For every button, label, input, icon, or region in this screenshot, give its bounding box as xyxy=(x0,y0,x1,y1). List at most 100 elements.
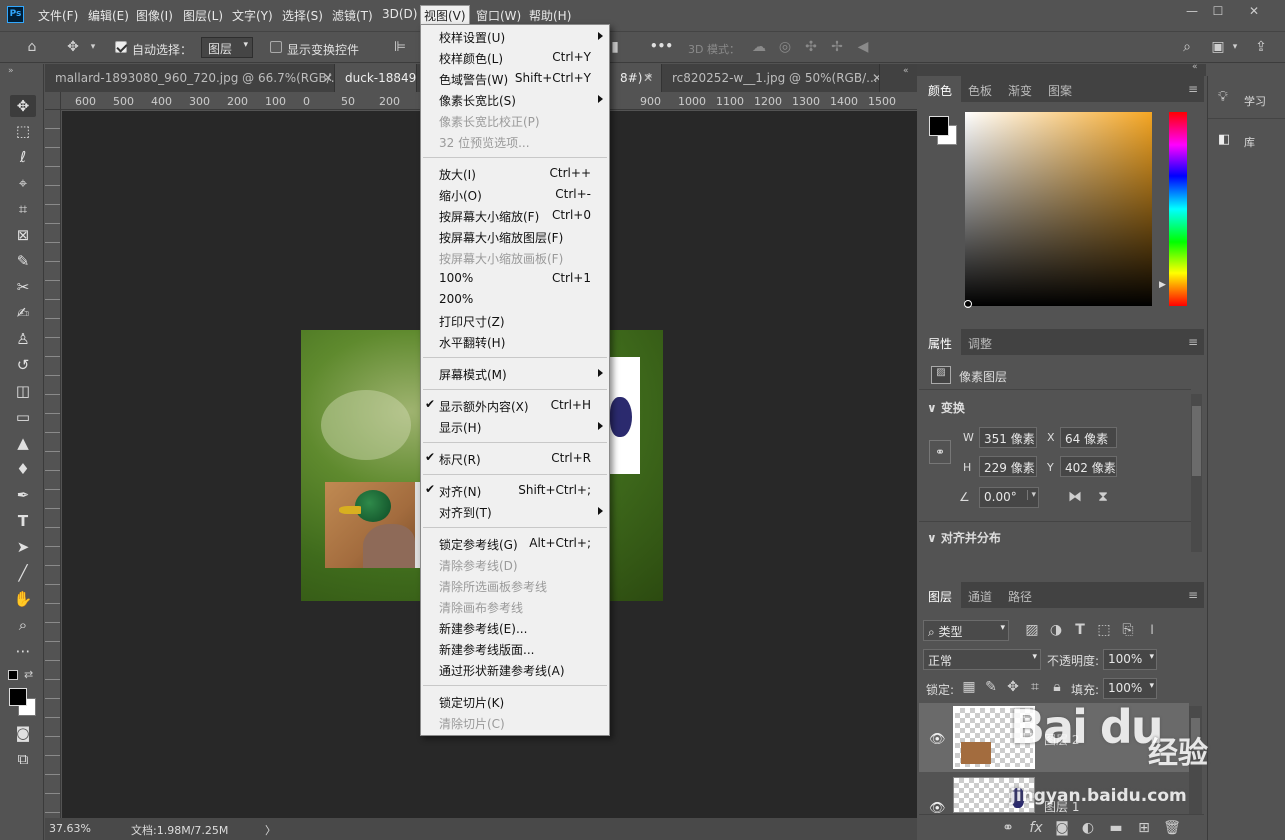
tab-rc820252[interactable]: rc820252-w__1.jpg @ 50%(RGB/... ✕ xyxy=(662,64,880,92)
tab-mallard[interactable]: mallard-1893080_960_720.jpg @ 66.7%(RGB/… xyxy=(45,64,335,92)
default-colors-icon[interactable] xyxy=(8,670,18,680)
view-menu-item[interactable]: 校样颜色(L) Ctrl+Y xyxy=(421,47,609,68)
menu-3d[interactable]: 3D(D) xyxy=(382,7,417,21)
quick-select-tool-icon[interactable]: ⌖ xyxy=(10,172,36,194)
tab-color[interactable]: 颜色 xyxy=(919,76,962,102)
dodge-tool-icon[interactable]: ♦ xyxy=(10,458,36,480)
new-layer-icon[interactable]: ⊞ xyxy=(1135,819,1153,837)
color-picker-cursor[interactable] xyxy=(964,300,972,308)
view-menu-item[interactable]: ✔ 标尺(R) Ctrl+R xyxy=(421,448,609,469)
flip-horizontal-icon[interactable]: ⧓ xyxy=(1066,488,1084,506)
more-tools-icon[interactable]: ⋯ xyxy=(10,640,36,662)
history-brush-tool-icon[interactable]: ↺ xyxy=(10,354,36,376)
fill-field[interactable]: 100% ▾ xyxy=(1103,678,1157,699)
view-menu-item[interactable]: 缩小(O) Ctrl+- xyxy=(421,184,609,205)
orbit-3d-icon[interactable]: ☁ xyxy=(750,38,768,56)
filter-shape-icon[interactable]: ⬚ xyxy=(1095,621,1113,639)
drag-3d-icon[interactable]: ✣ xyxy=(802,38,820,56)
distribute-icon[interactable]: ▮ xyxy=(608,38,622,56)
scrollbar-thumb[interactable] xyxy=(1192,406,1201,476)
zoom-tool-icon[interactable]: ⌕ xyxy=(10,614,36,636)
vertical-ruler[interactable] xyxy=(45,110,61,818)
link-icon[interactable]: ⚭ xyxy=(929,440,951,464)
type-tool-icon[interactable]: T xyxy=(10,510,36,532)
zoom-level[interactable]: 37.63% xyxy=(49,822,91,835)
view-menu-item[interactable]: 放大(I) Ctrl++ xyxy=(421,163,609,184)
view-menu-item[interactable]: 通过形状新建参考线(A) xyxy=(421,659,609,680)
view-menu-item[interactable]: 屏幕模式(M) xyxy=(421,363,609,384)
auto-select-target-dropdown[interactable]: 图层 ▾ xyxy=(201,37,253,58)
adjustment-layer-icon[interactable]: ◐ xyxy=(1079,819,1097,837)
menu-select[interactable]: 选择(S) xyxy=(282,7,323,24)
layer-filter-dropdown[interactable]: ⌕ 类型 ▾ xyxy=(923,620,1009,641)
stamp-tool-icon[interactable]: ♙ xyxy=(10,328,36,350)
share-icon[interactable]: ⇪ xyxy=(1252,38,1270,56)
workspace-icon[interactable]: ▣ xyxy=(1209,38,1227,56)
roll-3d-icon[interactable]: ◎ xyxy=(776,38,794,56)
view-menu-item[interactable]: 像素长宽比(S) xyxy=(421,89,609,110)
view-menu-item[interactable]: 色域警告(W) Shift+Ctrl+Y xyxy=(421,68,609,89)
move-tool-icon[interactable]: ✥ xyxy=(62,38,84,56)
view-menu-item[interactable]: 按屏幕大小缩放(F) Ctrl+0 xyxy=(421,205,609,226)
auto-select-checkbox[interactable] xyxy=(115,41,127,53)
minimize-button[interactable]: — xyxy=(1182,4,1202,18)
lock-position-icon[interactable]: ✥ xyxy=(1005,678,1021,696)
maximize-button[interactable]: ☐ xyxy=(1208,4,1228,18)
x-field[interactable]: 64 像素 xyxy=(1060,427,1117,448)
menu-edit[interactable]: 编辑(E) xyxy=(88,7,129,24)
show-transform-checkbox[interactable] xyxy=(270,41,282,53)
menu-help[interactable]: 帮助(H) xyxy=(529,7,571,24)
view-menu-item[interactable]: 新建参考线版面... xyxy=(421,638,609,659)
search-icon[interactable]: ⌕ xyxy=(1178,38,1196,56)
delete-layer-icon[interactable]: 🗑︎ xyxy=(1163,819,1181,837)
filter-toggle-icon[interactable]: ⏽ xyxy=(1145,621,1159,639)
pen-tool-icon[interactable]: ✒ xyxy=(10,484,36,506)
view-menu-item[interactable]: 校样设置(U) xyxy=(421,26,609,47)
close-icon[interactable]: ✕ xyxy=(323,71,333,85)
new-group-icon[interactable]: ▬ xyxy=(1107,819,1125,837)
screen-mode-icon[interactable]: ⧉ xyxy=(10,748,36,770)
tab-adjustments[interactable]: 调整 xyxy=(959,329,1001,355)
hue-slider-handle[interactable]: ▶ xyxy=(1159,280,1166,290)
swap-colors-icon[interactable]: ⇄ xyxy=(24,668,33,681)
view-menu-item[interactable]: ✔ 对齐(N) Shift+Ctrl+; xyxy=(421,480,609,501)
marquee-tool-icon[interactable]: ⬚ xyxy=(10,120,36,142)
panel-menu-icon[interactable]: ≡ xyxy=(1188,588,1198,602)
lock-pixels-icon[interactable]: ✎ xyxy=(983,678,999,696)
tab-pattern[interactable]: 图案 xyxy=(1039,76,1081,102)
tab-properties[interactable]: 属性 xyxy=(919,329,962,355)
view-menu-item[interactable]: 显示(H) xyxy=(421,416,609,437)
view-menu-item[interactable]: ✔ 显示额外内容(X) Ctrl+H xyxy=(421,395,609,416)
y-field[interactable]: 402 像素 xyxy=(1060,456,1117,477)
properties-scrollbar[interactable] xyxy=(1191,394,1202,552)
view-menu-item[interactable]: 水平翻转(H) xyxy=(421,331,609,352)
more-options-button[interactable]: ••• xyxy=(650,39,673,53)
library-label[interactable]: 库 xyxy=(1244,134,1255,150)
chevron-down-icon[interactable]: ▾ xyxy=(88,38,98,56)
filter-adjustment-icon[interactable]: ◑ xyxy=(1047,621,1065,639)
frame-tool-icon[interactable]: ⊠ xyxy=(10,224,36,246)
lasso-tool-icon[interactable]: ℓ xyxy=(10,146,36,168)
view-menu-item[interactable]: 打印尺寸(Z) xyxy=(421,310,609,331)
tab-gradient[interactable]: 渐变 xyxy=(999,76,1041,102)
panel-menu-icon[interactable]: ≡ xyxy=(1188,82,1198,96)
tab-paths[interactable]: 路径 xyxy=(999,582,1041,608)
color-field[interactable] xyxy=(965,112,1152,306)
filter-smart-object-icon[interactable]: ⎘ xyxy=(1119,621,1137,639)
status-menu-arrow[interactable]: 〉 xyxy=(265,822,276,838)
quick-mask-icon[interactable]: ◙ xyxy=(10,722,36,744)
menu-type[interactable]: 文字(Y) xyxy=(232,7,273,24)
transform-section-title[interactable]: ∨ 变换 xyxy=(927,399,965,416)
angle-field[interactable]: 0.00° ▾ xyxy=(979,487,1039,508)
path-select-tool-icon[interactable]: ➤ xyxy=(10,536,36,558)
blend-mode-dropdown[interactable]: 正常 ▾ xyxy=(923,649,1041,670)
view-menu-item[interactable]: 对齐到(T) xyxy=(421,501,609,522)
tab-duck-suffix[interactable]: 8#) * xyxy=(610,64,662,92)
flip-vertical-icon[interactable]: ⧗ xyxy=(1094,488,1112,506)
chevron-down-icon[interactable]: ▾ xyxy=(1230,38,1240,56)
menu-window[interactable]: 窗口(W) xyxy=(476,7,521,24)
library-icon[interactable]: ◧ xyxy=(1218,132,1230,147)
link-layers-icon[interactable]: ⚭ xyxy=(999,819,1017,837)
move-tool-icon[interactable]: ✥ xyxy=(10,95,36,117)
lock-all-icon[interactable]: 🔒︎ xyxy=(1049,678,1065,696)
